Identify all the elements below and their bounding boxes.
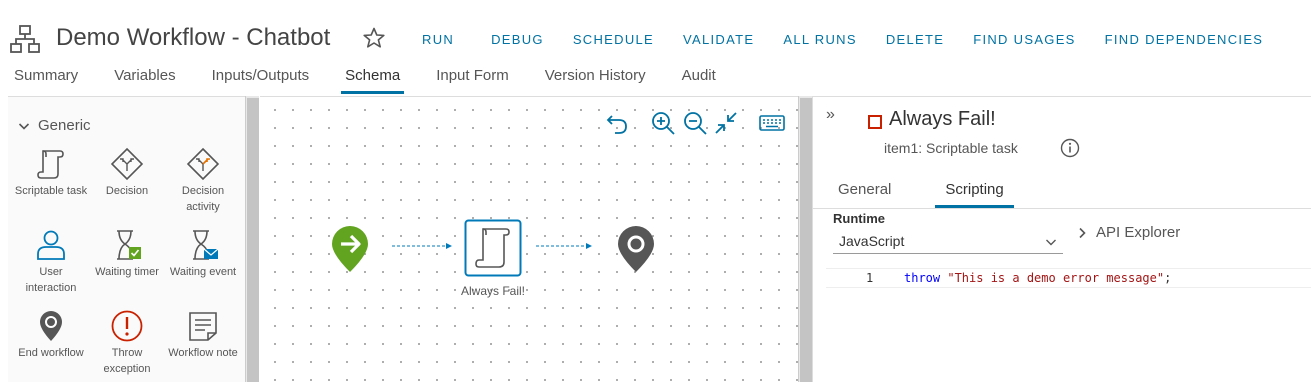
chevron-right-icon <box>1079 227 1086 238</box>
chevron-down-icon <box>18 122 30 130</box>
tab-input-form[interactable]: Input Form <box>436 66 509 94</box>
runtime-label: Runtime <box>833 211 885 226</box>
task-node-label: Always Fail! <box>460 284 525 298</box>
tab-version-history[interactable]: Version History <box>545 66 646 94</box>
palette-item-throw-exception[interactable]: Throw exception <box>89 309 165 377</box>
palette-item-workflow-note[interactable]: Workflow note <box>165 309 241 361</box>
element-palette: Generic Scriptable task Decision Decisio… <box>8 96 248 382</box>
workflow-note-icon <box>189 312 217 341</box>
info-icon[interactable] <box>1060 138 1080 158</box>
palette-item-decision-activity[interactable]: Decision activity <box>165 147 241 215</box>
chevron-down-icon <box>1046 239 1056 246</box>
canvas-scrollbar[interactable] <box>798 96 812 382</box>
end-node[interactable] <box>616 224 656 274</box>
connector-arrow <box>536 243 592 249</box>
all-runs-button[interactable]: ALL RUNS <box>783 32 857 47</box>
code-keyword: throw <box>904 271 941 285</box>
palette-item-waiting-event[interactable]: Waiting event <box>165 228 241 280</box>
canvas-scrollbar-thumb[interactable] <box>800 98 812 382</box>
palette-item-label: Throw exception <box>103 347 151 375</box>
waiting-event-icon <box>193 230 219 260</box>
validate-button[interactable]: VALIDATE <box>683 32 754 47</box>
details-tab-bar: General Scripting <box>828 182 1048 208</box>
palette-item-waiting-timer[interactable]: Waiting timer <box>89 228 165 280</box>
decision-activity-icon <box>186 147 220 181</box>
code-text: throw "This is a demo error message"; <box>904 269 1171 287</box>
code-editor[interactable]: 1 throw "This is a demo error message"; <box>826 268 1311 288</box>
throw-exception-icon <box>111 310 143 342</box>
tab-inputs-outputs[interactable]: Inputs/Outputs <box>212 66 310 94</box>
api-explorer-toggle[interactable]: API Explorer <box>1076 224 1180 241</box>
tab-variables[interactable]: Variables <box>114 66 175 94</box>
schedule-button[interactable]: SCHEDULE <box>573 32 654 47</box>
palette-item-scriptable-task[interactable]: Scriptable task <box>13 147 89 199</box>
undo-icon[interactable] <box>604 110 630 136</box>
delete-button[interactable]: DELETE <box>886 32 944 47</box>
connector-arrow <box>392 243 452 249</box>
runtime-select[interactable]: JavaScript <box>833 230 1063 254</box>
palette-item-label: Waiting event <box>169 266 237 278</box>
run-button[interactable]: RUN <box>422 32 454 47</box>
code-string: "This is a demo error message" <box>947 271 1165 285</box>
task-node[interactable] <box>464 219 522 277</box>
divider <box>812 208 1311 209</box>
tab-scripting[interactable]: Scripting <box>935 182 1015 208</box>
scriptable-task-icon <box>37 150 64 179</box>
palette-scrollbar-thumb[interactable] <box>247 98 259 382</box>
zoom-out-icon[interactable] <box>682 110 708 136</box>
end-workflow-icon <box>40 311 62 341</box>
palette-item-label: Decision activity <box>181 185 225 213</box>
palette-item-label: Decision <box>105 185 149 197</box>
task-status-icon <box>868 115 882 129</box>
palette-item-label: End workflow <box>18 347 84 359</box>
fit-to-screen-icon[interactable] <box>713 110 739 136</box>
tab-summary[interactable]: Summary <box>14 66 78 94</box>
palette-scrollbar[interactable] <box>245 96 259 382</box>
zoom-in-icon[interactable] <box>650 110 676 136</box>
palette-item-end-workflow[interactable]: End workflow <box>13 309 89 361</box>
waiting-timer-icon <box>117 230 141 260</box>
find-dependencies-button[interactable]: FIND DEPENDENCIES <box>1105 32 1264 47</box>
user-interaction-icon <box>37 230 65 260</box>
code-end: ; <box>1164 271 1172 285</box>
find-usages-button[interactable]: FIND USAGES <box>973 32 1075 47</box>
tab-schema[interactable]: Schema <box>341 66 405 94</box>
line-number: 1 <box>866 271 874 285</box>
palette-item-decision[interactable]: Decision <box>89 147 165 199</box>
palette-group-label: Generic <box>38 117 91 134</box>
keyboard-icon[interactable] <box>758 110 786 136</box>
palette-item-user-interaction[interactable]: User interaction <box>13 228 89 296</box>
palette-item-label: Scriptable task <box>14 185 88 197</box>
palette-item-label: User interaction <box>25 266 77 294</box>
decision-icon <box>110 147 144 181</box>
api-explorer-label: API Explorer <box>1096 224 1181 241</box>
header: Demo Workflow - Chatbot RUN DEBUG SCHEDU… <box>0 0 1311 62</box>
details-title: Always Fail! <box>889 108 996 130</box>
tab-general[interactable]: General <box>828 182 901 208</box>
star-icon[interactable] <box>362 26 386 50</box>
palette-group-header[interactable]: Generic <box>18 117 91 134</box>
collapse-panel-icon[interactable]: » <box>826 106 835 124</box>
page-title: Demo Workflow - Chatbot <box>56 24 331 51</box>
action-bar: RUN DEBUG SCHEDULE VALIDATE ALL RUNS DEL… <box>422 32 1263 47</box>
runtime-value: JavaScript <box>839 233 905 249</box>
tab-audit[interactable]: Audit <box>682 66 716 94</box>
details-subtitle: item1: Scriptable task <box>884 140 1018 156</box>
workflow-icon <box>10 25 40 53</box>
tab-bar: Summary Variables Inputs/Outputs Schema … <box>0 66 1311 96</box>
palette-item-label: Workflow note <box>168 347 238 359</box>
palette-item-label: Waiting timer <box>95 266 159 278</box>
start-node[interactable] <box>330 224 370 274</box>
debug-button[interactable]: DEBUG <box>491 32 544 47</box>
